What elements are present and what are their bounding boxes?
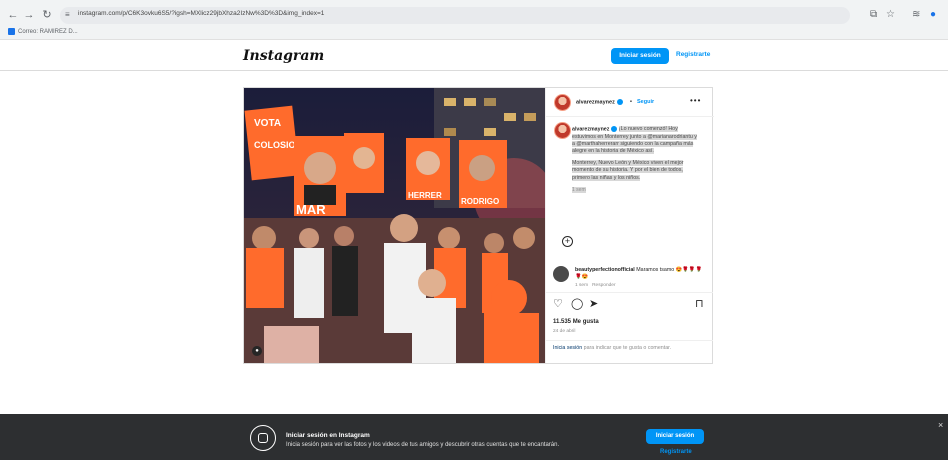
reload-icon[interactable]: ↻ [40,8,54,22]
instagram-glyph-icon [250,425,276,451]
commenter-username[interactable]: beautyperfectionofficial [575,267,635,273]
url-text: instagram.com/p/C6K3ovku6S5/?igsh=MXlicz… [78,10,325,17]
post-card: VOTA COLOSIO MAR HERRER RODRIGO ● alvare… [243,87,714,364]
post-actions: ♡ ◯ ➤ ⊓ [553,298,705,312]
save-icon[interactable]: ⊓ [695,298,704,310]
rally-photo: VOTA COLOSIO MAR HERRER RODRIGO [244,88,545,363]
like-icon[interactable]: ♡ [553,298,563,310]
back-icon[interactable]: ← [6,8,20,22]
divider [545,292,713,293]
address-bar[interactable]: ≡ instagram.com/p/C6K3ovku6S5/?igsh=MXli… [60,7,850,24]
login-hint: Inicia sesión para indicar que te gusta … [553,345,703,352]
carousel-dots [384,353,404,363]
comment-icon[interactable]: ◯ [571,298,583,310]
tagged-user-icon[interactable]: ● [252,346,262,356]
reply-link[interactable]: Responder [592,283,615,288]
forward-icon[interactable]: → [22,8,36,22]
login-hint-link[interactable]: Inicia sesión [553,345,582,351]
likes-count[interactable]: 11.535 Me gusta [553,319,599,325]
sign-rodrigo: RODRIGO [461,197,499,206]
banner-register-link[interactable]: Registrarte [660,449,692,455]
banner-subtitle: Inicia sesión para ver las fotos y los v… [286,442,560,448]
comments-area: beautyperfectionofficial Maramos tsamo 😍… [545,88,713,363]
post-photo[interactable]: VOTA COLOSIO MAR HERRER RODRIGO ● [244,88,545,363]
profile-icon[interactable]: ● [930,9,936,20]
sign-colosio: COLOSIO [254,140,296,150]
bookmark-label: Correo: RAMIREZ D... [18,29,78,36]
commenter-avatar[interactable] [553,266,569,282]
star-icon[interactable]: ☆ [886,9,895,20]
sign-vota: VOTA [254,118,281,129]
extensions-icon[interactable]: ≋ [912,9,920,20]
bookmark-favicon-icon [8,28,15,35]
instagram-glyph-inner [258,433,268,443]
post-date: 24 de abril [553,329,576,334]
banner-login-button[interactable]: Iniciar sesión [646,429,704,444]
bookmark-item[interactable]: Correo: RAMIREZ D... [8,28,78,35]
register-link[interactable]: Registrarte [676,51,710,58]
login-hint-text: para indicar que te gusta o comentar. [582,345,672,351]
sign-mar: MAR [296,202,326,217]
divider [545,340,713,341]
login-banner: Iniciar sesión en Instagram Inicia sesió… [0,414,948,460]
banner-title: Iniciar sesión en Instagram [286,432,370,439]
tune-icon[interactable]: ≡ [65,10,70,19]
comment-meta: 1 sem Responder [575,283,616,288]
login-button[interactable]: Iniciar sesión [611,48,669,64]
comment-text: Maramos tsamo [636,267,675,273]
sign-herrera: HERRER [408,191,442,200]
instagram-header: Instagram Iniciar sesión Registrarte [0,40,948,71]
comment-item: beautyperfectionofficial Maramos tsamo 😍… [575,267,705,281]
comment-time: 1 sem [575,283,589,288]
browser-chrome: ← → ↻ ≡ instagram.com/p/C6K3ovku6S5/?igs… [0,0,948,40]
install-icon[interactable]: ⧉ [870,9,877,20]
instagram-logo[interactable]: Instagram [243,48,324,64]
close-icon[interactable]: × [938,420,943,430]
share-icon[interactable]: ➤ [589,298,598,310]
